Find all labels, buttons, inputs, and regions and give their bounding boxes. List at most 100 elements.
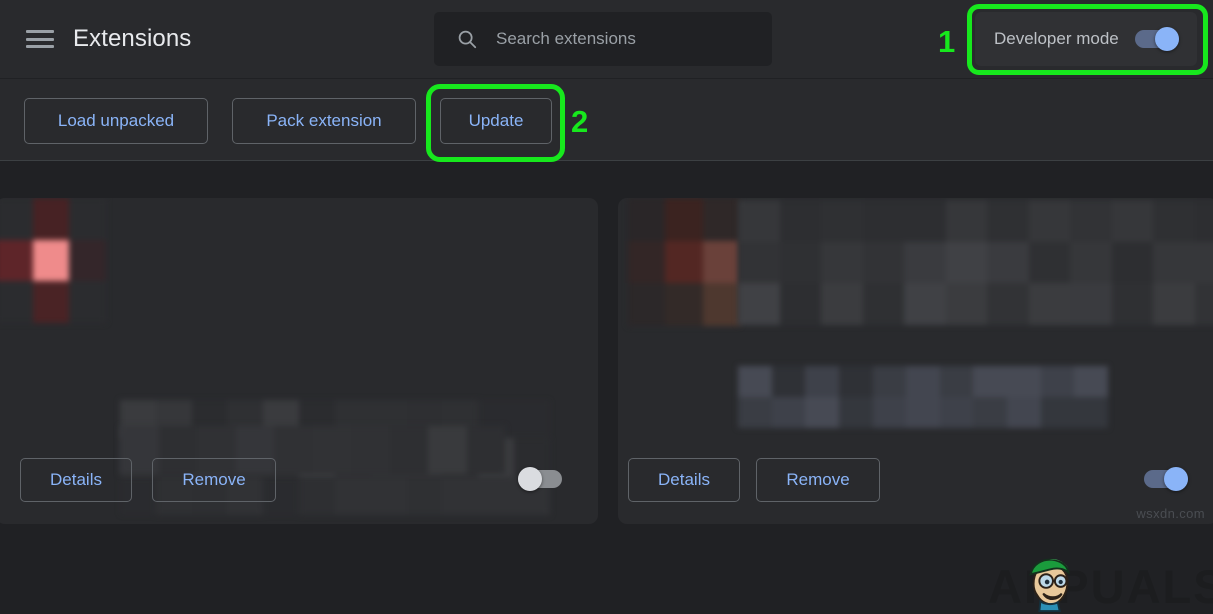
mosaic-block	[805, 366, 839, 397]
mosaic-block	[1111, 283, 1154, 325]
mosaic-block	[945, 283, 988, 325]
mosaic-block	[1111, 241, 1154, 284]
mosaic-block	[945, 200, 988, 242]
mosaic-block	[906, 366, 940, 397]
extension-enabled-toggle[interactable]	[518, 467, 562, 491]
mosaic-block	[738, 200, 780, 242]
mosaic-block	[32, 198, 70, 240]
hamburger-bar	[26, 30, 54, 33]
mosaic-block	[514, 400, 550, 439]
mosaic-block	[1074, 397, 1108, 428]
mosaic-block	[69, 281, 106, 323]
mosaic-block	[862, 200, 905, 242]
appuals-watermark: APPUALS	[988, 560, 1213, 613]
load-unpacked-button[interactable]: Load unpacked	[24, 98, 208, 144]
mosaic-block	[872, 366, 907, 397]
details-button[interactable]: Details	[20, 458, 132, 502]
mosaic-block	[32, 281, 70, 323]
appuals-mascot-icon	[1029, 558, 1070, 613]
mosaic-block	[1153, 241, 1195, 284]
mosaic-block	[702, 198, 740, 241]
mosaic-block	[628, 283, 666, 326]
site-tag: wsxdn.com	[1136, 506, 1205, 521]
remove-button[interactable]: Remove	[152, 458, 276, 502]
mosaic-block	[1007, 397, 1041, 428]
mosaic-block	[738, 397, 772, 428]
search-input[interactable]	[494, 28, 748, 50]
mosaic-block	[1194, 283, 1213, 325]
hamburger-bar	[26, 37, 54, 41]
update-button[interactable]: Update	[440, 98, 552, 144]
mosaic-block	[805, 397, 839, 428]
mosaic-block	[939, 397, 974, 428]
mosaic-block	[0, 198, 33, 240]
mosaic-block	[973, 397, 1008, 428]
mosaic-block	[1074, 366, 1108, 397]
developer-mode-toggle[interactable]	[1135, 27, 1179, 51]
mosaic-block	[738, 241, 780, 284]
mosaic-block	[665, 240, 703, 284]
mosaic-block	[0, 281, 33, 323]
mosaic-block	[1028, 283, 1071, 325]
mosaic-block	[738, 366, 772, 397]
toggle-knob	[518, 467, 542, 491]
mosaic-block	[1153, 200, 1195, 242]
mosaic-block	[862, 241, 905, 284]
mosaic-block	[702, 240, 740, 284]
mosaic-block	[945, 241, 988, 284]
mosaic-block	[771, 366, 806, 397]
mosaic-block	[1028, 200, 1071, 242]
mosaic-block	[939, 366, 974, 397]
mosaic-block	[779, 241, 822, 284]
mosaic-block	[838, 366, 873, 397]
card-actions: Details Remove	[0, 458, 598, 502]
mosaic-block	[904, 283, 946, 325]
mosaic-block	[1028, 241, 1071, 284]
extension-icon-blurred	[628, 198, 740, 326]
developer-mode-control[interactable]: Developer mode	[975, 12, 1197, 66]
extension-description-blurred	[738, 366, 1108, 428]
mosaic-block	[32, 239, 70, 282]
mosaic-block	[906, 397, 940, 428]
mosaic-block	[821, 283, 863, 325]
developer-mode-label: Developer mode	[994, 29, 1119, 48]
mosaic-block	[1007, 366, 1041, 397]
mosaic-block	[987, 241, 1029, 284]
mosaic-block	[1153, 283, 1195, 325]
mosaic-block	[1070, 283, 1112, 325]
mosaic-block	[872, 397, 907, 428]
mosaic-block	[904, 200, 946, 242]
pack-extension-button[interactable]: Pack extension	[232, 98, 416, 144]
extension-icon-blurred	[0, 198, 106, 323]
search-icon	[458, 30, 477, 49]
extension-card: Details Remove	[618, 198, 1213, 524]
mosaic-block	[987, 200, 1029, 242]
mosaic-block	[779, 200, 822, 242]
mosaic-block	[821, 241, 863, 284]
extension-name-blurred	[738, 200, 1213, 325]
toggle-knob	[1155, 27, 1179, 51]
mosaic-block	[628, 198, 666, 241]
mosaic-block	[1111, 200, 1154, 242]
mosaic-block	[1194, 200, 1213, 242]
mosaic-block	[1070, 200, 1112, 242]
mosaic-block	[665, 283, 703, 326]
mosaic-block	[838, 397, 873, 428]
hamburger-bar	[26, 45, 54, 48]
mosaic-block	[665, 198, 703, 241]
mosaic-block	[738, 283, 780, 325]
mosaic-block	[1040, 366, 1075, 397]
toggle-knob	[1164, 467, 1188, 491]
extension-card: Details Remove	[0, 198, 598, 524]
mosaic-block	[779, 283, 822, 325]
details-button[interactable]: Details	[628, 458, 740, 502]
page-title: Extensions	[73, 25, 192, 52]
extension-enabled-toggle[interactable]	[1144, 467, 1188, 491]
hamburger-menu-icon[interactable]	[26, 27, 54, 51]
card-actions: Details Remove	[618, 458, 1213, 502]
extensions-list: Details Remove Details Remove APPUALS ws…	[0, 161, 1213, 613]
mosaic-block	[69, 198, 106, 240]
mosaic-block	[69, 239, 106, 282]
remove-button[interactable]: Remove	[756, 458, 880, 502]
search-bar[interactable]	[434, 12, 772, 66]
